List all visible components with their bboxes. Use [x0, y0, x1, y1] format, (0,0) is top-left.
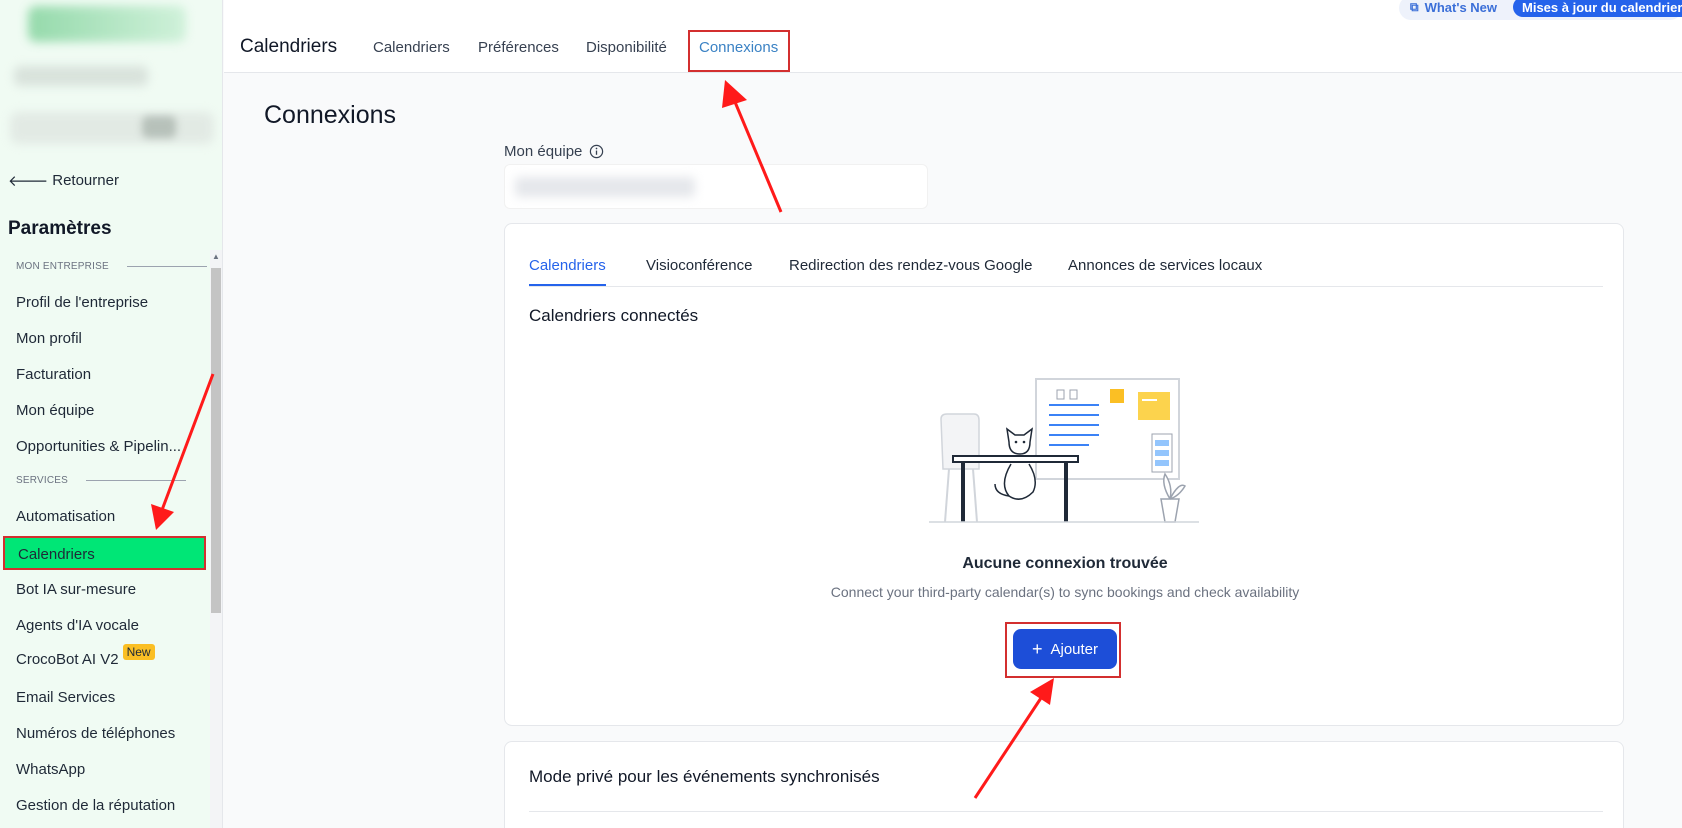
sidebar-item-my-profile[interactable]: Mon profil: [16, 330, 82, 347]
back-link-label: Retourner: [52, 172, 119, 189]
page-title: Connexions: [264, 101, 397, 129]
new-badge: New: [122, 644, 155, 660]
sidebar-section-services: SERVICES: [16, 475, 186, 486]
sidebar-item-email-services[interactable]: Email Services: [16, 689, 115, 706]
calendar-updates-button[interactable]: Mises à jour du calendrier: [1513, 0, 1682, 17]
account-switcher-icon: [142, 116, 176, 138]
top-bar: Calendriers Calendriers Préférences Disp…: [224, 0, 1682, 73]
sidebar-item-calendars[interactable]: Calendriers: [3, 536, 206, 570]
add-connection-button[interactable]: + Ajouter: [1013, 629, 1117, 669]
sidebar-scrollbar[interactable]: ▲: [210, 250, 222, 828]
team-select-value: [515, 177, 695, 197]
info-icon[interactable]: [589, 144, 604, 159]
sidebar-item-whatsapp[interactable]: WhatsApp: [16, 761, 85, 778]
tab-video-conferencing[interactable]: Visioconférence: [646, 257, 752, 274]
tab-availability[interactable]: Disponibilité: [586, 39, 667, 56]
tab-preferences[interactable]: Préférences: [478, 39, 559, 56]
sidebar-item-billing[interactable]: Facturation: [16, 366, 91, 383]
page-header-title: Calendriers: [240, 36, 338, 57]
sidebar-item-crocobot[interactable]: CrocoBot AI V2 New: [16, 644, 155, 668]
back-link[interactable]: 🡐 Retourner: [8, 171, 119, 190]
tab-calendars[interactable]: Calendriers: [373, 39, 450, 56]
empty-state-subtitle: Connect your third-party calendar(s) to …: [830, 584, 1300, 600]
scrollbar-thumb[interactable]: [211, 268, 221, 613]
sidebar-section-label: MON ENTREPRISE: [16, 261, 109, 272]
sidebar-section-label: SERVICES: [16, 475, 68, 486]
plus-icon: +: [1031, 639, 1043, 659]
team-label-text: Mon équipe: [504, 143, 583, 160]
sidebar-title: Paramètres: [8, 218, 112, 239]
arrow-left-icon: 🡐: [8, 173, 49, 190]
tab-connections[interactable]: Connexions: [688, 30, 790, 72]
connected-calendars-title: Calendriers connectés: [529, 306, 699, 325]
sidebar-item-company-profile[interactable]: Profil de l'entreprise: [16, 294, 148, 311]
scroll-up-icon[interactable]: ▲: [212, 252, 220, 261]
settings-sidebar: 🡐 Retourner Paramètres MON ENTREPRISE Pr…: [0, 0, 223, 828]
megaphone-icon: ⧉: [1410, 0, 1419, 14]
empty-state-illustration: [929, 378, 1199, 523]
account-name: [14, 66, 148, 86]
sidebar-item-voice-ai-agents[interactable]: Agents d'IA vocale: [16, 617, 139, 634]
private-mode-card: Mode privé pour les événements synchroni…: [504, 741, 1624, 828]
whats-new-label: What's New: [1424, 0, 1498, 15]
tab-google-redirect[interactable]: Redirection des rendez-vous Google: [789, 257, 1032, 274]
sidebar-item-phone-numbers[interactable]: Numéros de téléphones: [16, 725, 175, 742]
sidebar-item-automation[interactable]: Automatisation: [16, 508, 115, 525]
brand-logo[interactable]: [28, 6, 186, 42]
sidebar-item-reputation[interactable]: Gestion de la réputation: [16, 797, 175, 814]
empty-state-title: Aucune connexion trouvée: [962, 555, 1168, 572]
team-select[interactable]: [504, 164, 928, 209]
sidebar-item-label: CrocoBot AI V2: [16, 651, 119, 668]
sidebar-item-custom-ai-bot[interactable]: Bot IA sur-mesure: [16, 581, 136, 598]
connections-card: Calendriers Visioconférence Redirection …: [504, 223, 1624, 726]
sidebar-section-company: MON ENTREPRISE: [16, 261, 207, 272]
add-button-highlight: + Ajouter: [1005, 622, 1121, 678]
tab-calendars-connections[interactable]: Calendriers: [529, 257, 606, 286]
team-field-label: Mon équipe: [504, 143, 604, 160]
whats-new-link[interactable]: ⧉ What's New: [1410, 0, 1497, 15]
sidebar-item-my-team[interactable]: Mon équipe: [16, 402, 94, 419]
divider: [529, 811, 1603, 812]
sidebar-item-opportunities[interactable]: Opportunities & Pipelin...: [16, 438, 181, 455]
arrowhead-icon: [722, 80, 747, 108]
connection-tabs: Calendriers Visioconférence Redirection …: [529, 224, 1603, 287]
add-button-label: Ajouter: [1050, 640, 1099, 658]
account-switcher[interactable]: [10, 112, 214, 144]
tab-local-services-ads[interactable]: Annonces de services locaux: [1068, 257, 1262, 274]
private-mode-title: Mode privé pour les événements synchroni…: [529, 767, 880, 786]
